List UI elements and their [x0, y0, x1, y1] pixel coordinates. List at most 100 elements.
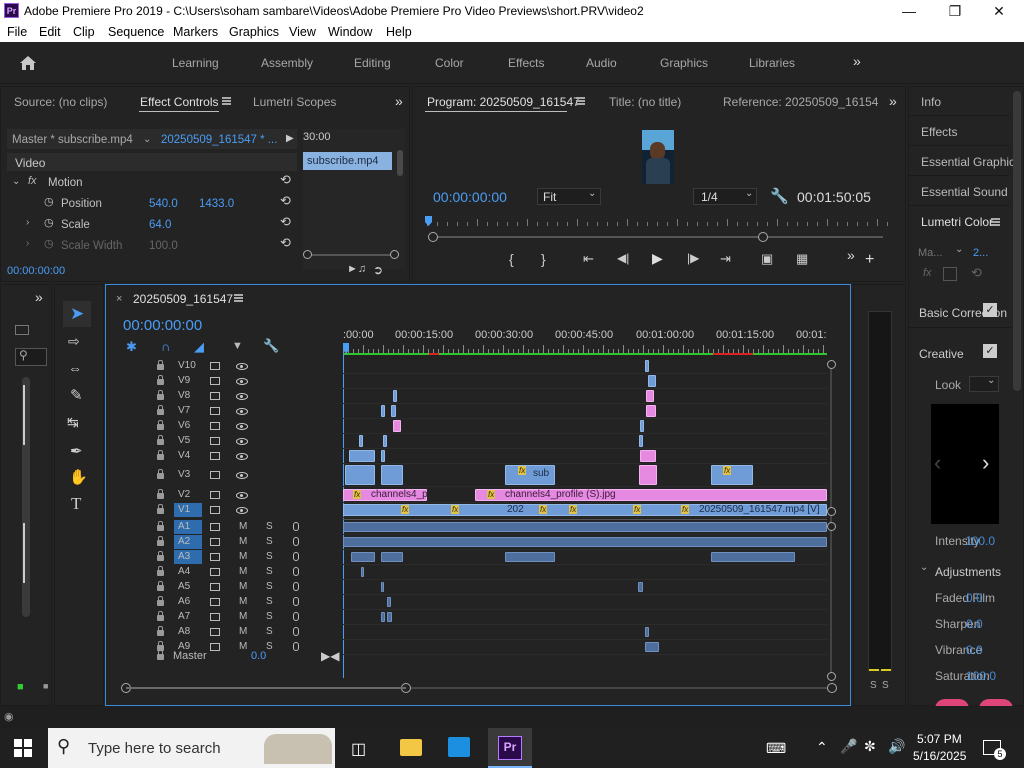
show-hidden-icons-icon[interactable]: ⌃: [816, 739, 828, 756]
track-label-v5[interactable]: V5: [178, 435, 190, 446]
solo-left-button[interactable]: S: [870, 680, 877, 691]
track-label-v1[interactable]: V1: [178, 504, 190, 515]
status-info-icon[interactable]: ◉: [4, 710, 14, 723]
audio-clip[interactable]: [381, 612, 385, 622]
lock-track-icon[interactable]: [157, 489, 164, 499]
mute-button[interactable]: M: [239, 566, 247, 577]
master-clip-label[interactable]: Master * subscribe.mp4: [12, 134, 133, 146]
more-panels-icon[interactable]: »: [35, 289, 43, 305]
selection-tool-icon[interactable]: ➤: [70, 304, 84, 324]
slip-tool-icon[interactable]: ↹: [67, 414, 79, 431]
sharpen-value[interactable]: 0.0: [966, 617, 983, 631]
toggle-output-eye-icon[interactable]: [236, 438, 248, 445]
mini-timeline-scrollbar[interactable]: [397, 150, 403, 176]
solo-button[interactable]: S: [266, 626, 273, 637]
master-go-to-end-icon[interactable]: ▶◀: [321, 649, 339, 663]
mute-button[interactable]: M: [239, 581, 247, 592]
expand-chevron-icon[interactable]: ›: [26, 217, 29, 228]
razor-tool-icon[interactable]: ✎: [70, 386, 83, 404]
track-label-a3[interactable]: A3: [178, 551, 190, 562]
mute-button[interactable]: M: [239, 536, 247, 547]
panel-menu-icon[interactable]: [222, 97, 231, 105]
lock-track-icon[interactable]: [157, 405, 164, 415]
sync-lock-icon[interactable]: [210, 407, 220, 415]
saturation-value[interactable]: 100.0: [966, 669, 996, 683]
audio-clip[interactable]: [351, 552, 375, 562]
look-next-icon[interactable]: ›: [982, 450, 989, 476]
extract-icon[interactable]: ▦: [796, 251, 808, 267]
toggle-output-eye-icon[interactable]: [236, 507, 248, 514]
lock-track-icon[interactable]: [157, 360, 164, 370]
tab-program[interactable]: Program: 20250509_161547: [427, 95, 580, 109]
timeline-clip[interactable]: [640, 450, 656, 462]
look-previous-icon[interactable]: ‹: [934, 450, 941, 476]
scale-value[interactable]: 64.0: [149, 219, 171, 231]
timeline-settings-wrench-icon[interactable]: 🔧: [263, 338, 279, 354]
microsoft-store-icon[interactable]: [448, 737, 470, 757]
lock-track-icon[interactable]: [157, 536, 164, 546]
timeline-clip[interactable]: [349, 450, 375, 462]
export-frame-icon[interactable]: ➲: [373, 263, 383, 277]
maximize-button[interactable]: ❐: [932, 0, 978, 22]
sync-lock-icon[interactable]: [210, 538, 220, 546]
timeline-clip[interactable]: [639, 465, 657, 485]
chevron-down-icon[interactable]: ⌄: [955, 244, 963, 255]
lock-track-icon[interactable]: [157, 521, 164, 531]
toggle-output-eye-icon[interactable]: [236, 363, 248, 370]
mark-in-icon[interactable]: {: [509, 251, 514, 267]
go-to-in-icon[interactable]: ⇤: [583, 251, 594, 267]
timeline-clip[interactable]: [359, 435, 363, 447]
reset-scale-icon[interactable]: ⟲: [280, 214, 291, 230]
creative-label[interactable]: Creative: [919, 347, 964, 361]
track-label-a5[interactable]: A5: [178, 581, 190, 592]
taskbar-time[interactable]: 5:07 PM: [917, 732, 962, 746]
track-label-v8[interactable]: V8: [178, 390, 190, 401]
menu-edit[interactable]: Edit: [39, 25, 61, 39]
mute-button[interactable]: M: [239, 551, 247, 562]
track-select-tool-icon[interactable]: ⇨: [68, 333, 80, 350]
audio-clip[interactable]: [387, 597, 391, 607]
zoom-handle-right[interactable]: [390, 250, 399, 259]
track-label-v9[interactable]: V9: [178, 375, 190, 386]
audio-clip[interactable]: [361, 567, 364, 577]
step-forward-icon[interactable]: |▶: [687, 251, 699, 265]
audio-clip[interactable]: [645, 642, 659, 652]
solo-right-button[interactable]: S: [882, 680, 889, 691]
lumetri-master-label[interactable]: Ma...: [918, 247, 942, 259]
file-explorer-icon[interactable]: [400, 739, 422, 756]
sync-lock-icon[interactable]: [210, 392, 220, 400]
keyboard-icon[interactable]: ⌨: [766, 740, 786, 757]
timeline-clip[interactable]: [393, 420, 401, 432]
microphone-icon[interactable]: 🎤: [840, 738, 857, 755]
panel-info[interactable]: Info: [921, 95, 941, 109]
panel-menu-icon[interactable]: [234, 294, 243, 302]
audio-clip[interactable]: [387, 612, 392, 622]
timeline-clip[interactable]: [381, 405, 385, 417]
track-label-v10[interactable]: V10: [178, 360, 196, 371]
audio-clip[interactable]: [343, 522, 827, 532]
lock-track-icon[interactable]: [157, 504, 164, 514]
audio-clip[interactable]: [343, 537, 827, 547]
snap-icon[interactable]: ∩: [161, 339, 170, 354]
track-label-v6[interactable]: V6: [178, 420, 190, 431]
voiceover-mic-icon[interactable]: [293, 627, 299, 636]
lock-track-icon[interactable]: [157, 596, 164, 606]
tab-lumetri-scopes[interactable]: Lumetri Scopes: [253, 95, 336, 109]
filter-clip-icon[interactable]: ►♫: [347, 263, 366, 275]
mute-button[interactable]: M: [239, 521, 247, 532]
panel-essential-graphics[interactable]: Essential Graphic: [921, 155, 1015, 169]
voiceover-mic-icon[interactable]: [293, 567, 299, 576]
mute-button[interactable]: M: [239, 626, 247, 637]
sync-lock-icon[interactable]: [210, 568, 220, 576]
step-back-icon[interactable]: ◀|: [617, 251, 629, 265]
sync-lock-icon[interactable]: [210, 471, 220, 479]
timeline-clip[interactable]: [711, 465, 753, 485]
button-editor-icon[interactable]: +: [865, 251, 874, 269]
lumetri-clip-label[interactable]: 2...: [973, 247, 988, 259]
h-zoom-end[interactable]: [827, 683, 837, 693]
stopwatch-icon[interactable]: ◷: [44, 237, 54, 250]
lock-track-icon[interactable]: [157, 626, 164, 636]
collapse-chevron-icon[interactable]: ⌄: [920, 562, 928, 573]
mute-button[interactable]: M: [239, 596, 247, 607]
timeline-clip[interactable]: [645, 360, 649, 372]
